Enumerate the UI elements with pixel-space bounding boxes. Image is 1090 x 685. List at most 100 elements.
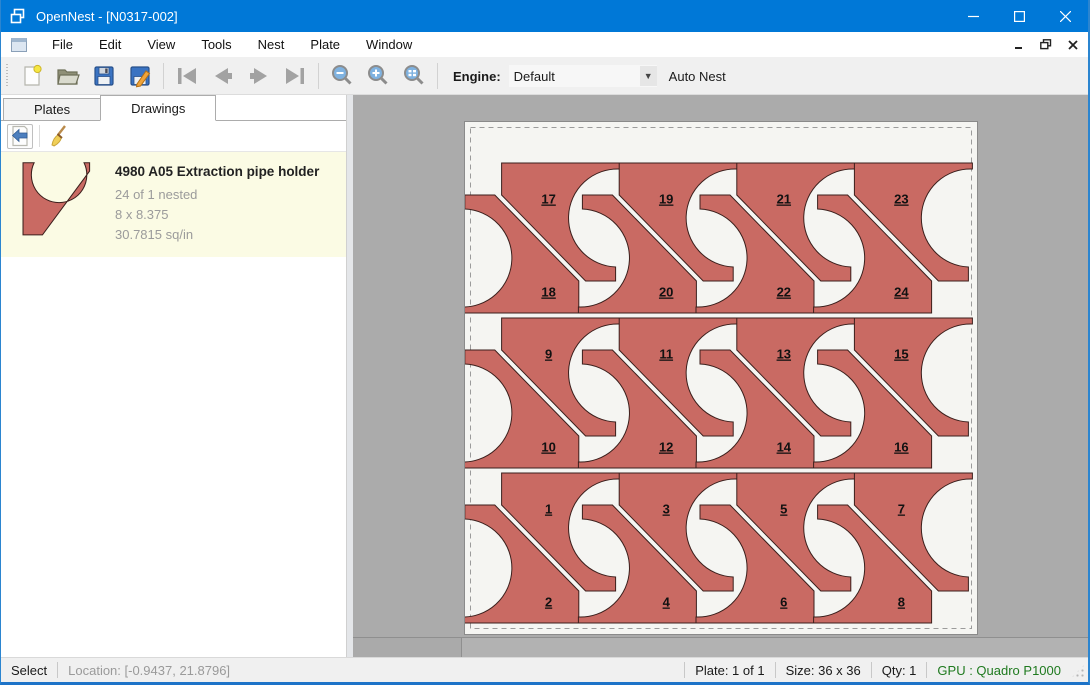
menu-file[interactable]: File [39,33,86,56]
zoom-extents-button[interactable] [396,61,432,91]
go-first-icon [174,65,200,87]
new-file-button[interactable] [14,61,50,91]
drawing-item-title: 4980 A05 Extraction pipe holder [115,164,319,179]
go-previous-icon [210,65,236,87]
part-number-label: 2 [545,595,552,610]
toolbar-separator [163,63,164,89]
page-back-arrow-icon [10,125,30,147]
part-number-label: 10 [541,440,555,455]
part-number-label: 23 [894,192,908,207]
toolbar-separator [39,125,40,147]
chevron-down-icon[interactable]: ▼ [640,66,657,86]
tab-plates[interactable]: Plates [3,98,101,120]
part-number-label: 24 [894,285,909,300]
status-size: Size: 36 x 36 [776,663,871,678]
main-area: Plates Drawings [1,95,1088,657]
drawings-toolbar [1,121,346,152]
save-as-button[interactable] [122,61,158,91]
menu-edit[interactable]: Edit [86,33,134,56]
engine-label: Engine: [453,69,501,84]
part-number-label: 4 [663,595,671,610]
go-previous-button[interactable] [205,61,241,91]
part-number-label: 5 [780,502,787,517]
toolbar-separator [437,63,438,89]
go-last-button[interactable] [277,61,313,91]
document-window-icon[interactable] [11,38,27,52]
zoom-extents-icon [401,63,427,89]
engine-value: Default [509,69,640,84]
drawing-item-area: 30.7815 sq/in [115,227,319,242]
menu-tools[interactable]: Tools [188,33,244,56]
go-last-icon [282,65,308,87]
open-folder-icon [55,64,81,88]
go-next-icon [246,65,272,87]
panel-splitter[interactable] [346,95,353,657]
menu-view[interactable]: View [134,33,188,56]
minimize-button[interactable] [950,0,996,32]
drawing-item-info: 4980 A05 Extraction pipe holder 24 of 1 … [115,160,319,247]
status-mode: Select [1,663,57,678]
part-number-label: 6 [780,595,787,610]
drawing-item-nested: 24 of 1 nested [115,187,319,202]
title-bar: OpenNest - [N0317-002] [1,0,1088,32]
toolbar-grip[interactable] [5,64,10,88]
part-number-label: 8 [898,595,905,610]
window-title: OpenNest - [N0317-002] [36,9,178,24]
open-file-button[interactable] [50,61,86,91]
app-icon [10,8,28,24]
nesting-canvas[interactable]: 171819202122232491011121314151612345678 [353,95,1088,657]
new-file-icon [20,64,44,88]
go-next-button[interactable] [241,61,277,91]
drawing-list-item[interactable]: 4980 A05 Extraction pipe holder 24 of 1 … [1,152,346,257]
part-number-label: 15 [894,347,908,362]
save-as-icon [128,64,152,88]
app-window: OpenNest - [N0317-002] File Edit View To… [0,0,1090,685]
engine-combobox[interactable]: Default ▼ [509,65,657,87]
auto-nest-label[interactable]: Auto Nest [669,69,726,84]
zoom-in-icon [365,63,391,89]
panel-tabs: Plates Drawings [1,95,346,121]
return-drawing-button[interactable] [7,124,33,149]
scrollbar-track[interactable] [353,638,461,657]
menu-nest[interactable]: Nest [245,33,298,56]
save-button[interactable] [86,61,122,91]
mdi-restore-button[interactable] [1034,35,1058,55]
maximize-button[interactable] [996,0,1042,32]
go-first-button[interactable] [169,61,205,91]
part-number-label: 12 [659,440,673,455]
part-number-label: 19 [659,192,673,207]
status-bar: Select Location: [-0.9437, 21.8796] Plat… [1,657,1088,682]
part-number-label: 9 [545,347,552,362]
part-thumbnail [13,160,101,246]
part-number-label: 11 [659,347,673,362]
part-number-label: 1 [545,502,552,517]
main-toolbar: Engine: Default ▼ Auto Nest [1,58,1088,95]
menu-window[interactable]: Window [353,33,425,56]
save-icon [92,64,116,88]
clean-button[interactable] [46,124,72,149]
mdi-close-button[interactable] [1061,35,1085,55]
part-number-label: 18 [541,285,555,300]
zoom-out-button[interactable] [324,61,360,91]
drawings-panel: Plates Drawings [1,95,346,657]
zoom-out-icon [329,63,355,89]
status-location: Location: [-0.9437, 21.8796] [58,663,240,678]
resize-grip[interactable] [1071,664,1085,678]
status-plate: Plate: 1 of 1 [685,663,774,678]
scrollbar-divider [461,638,462,657]
part-number-label: 22 [777,285,791,300]
plate-sheet[interactable]: 171819202122232491011121314151612345678 [464,121,978,635]
status-qty: Qty: 1 [872,663,927,678]
mdi-minimize-button[interactable] [1007,35,1031,55]
toolbar-separator [318,63,319,89]
drawings-list-empty-space [1,257,346,657]
part-number-label: 16 [894,440,908,455]
zoom-in-button[interactable] [360,61,396,91]
part-number-label: 7 [898,502,905,517]
close-button[interactable] [1042,0,1088,32]
part-number-label: 20 [659,285,673,300]
canvas-scrollbar-strip[interactable] [353,637,1088,657]
tab-drawings[interactable]: Drawings [100,95,216,121]
menu-plate[interactable]: Plate [297,33,353,56]
status-gpu: GPU : Quadro P1000 [927,663,1071,678]
